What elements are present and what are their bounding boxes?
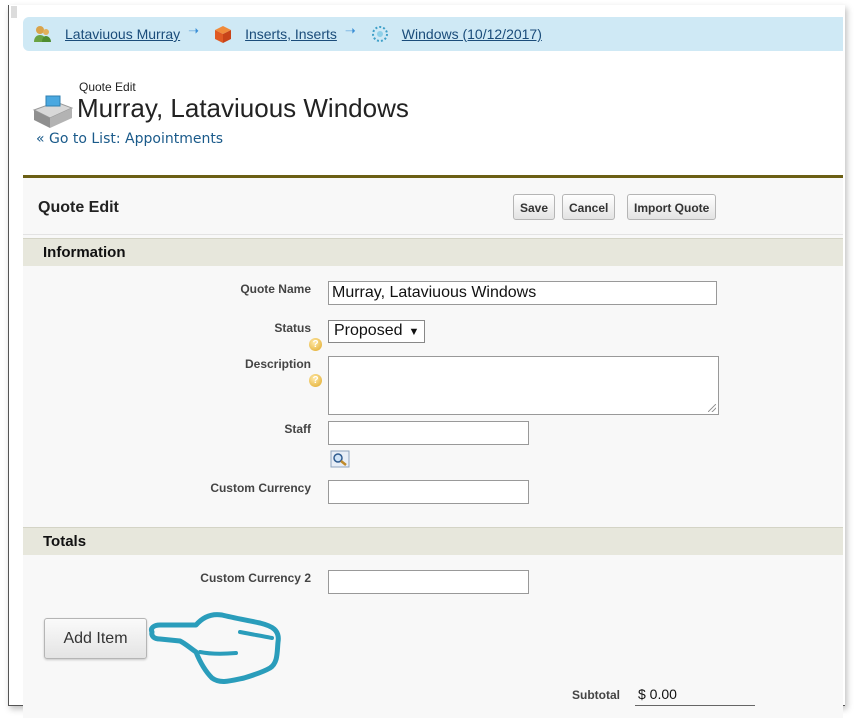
pointing-hand-icon <box>149 612 281 684</box>
breadcrumb-link-appointment[interactable]: Windows (10/12/2017) <box>402 26 542 42</box>
description-label: Description <box>244 357 311 371</box>
breadcrumb-item-job: Inserts, Inserts <box>203 24 337 44</box>
back-to-list-link: « Go to List: Appointments <box>36 131 223 147</box>
information-section-title: Information <box>43 244 126 261</box>
arrow-right-icon: ➝ <box>188 23 200 38</box>
breadcrumb-item-contact: Lataviuous Murray <box>23 24 180 44</box>
subtotal-divider <box>635 705 755 706</box>
breadcrumb: Lataviuous Murray ➝ Inserts, Inserts ➝ W… <box>23 17 843 51</box>
custom-currency-2-label: Custom Currency 2 <box>200 571 311 585</box>
add-item-button[interactable]: Add Item <box>44 618 147 659</box>
cancel-button[interactable]: Cancel <box>562 194 616 220</box>
quote-icon <box>32 95 74 128</box>
person-icon <box>34 26 51 42</box>
help-icon[interactable]: ? <box>309 338 322 351</box>
package-icon <box>215 26 232 43</box>
staff-input[interactable] <box>328 421 529 445</box>
staff-label: Staff <box>284 422 311 436</box>
window-corner <box>11 6 17 18</box>
save-button[interactable]: Save <box>513 194 556 220</box>
import-quote-button[interactable]: Import Quote <box>627 194 717 220</box>
status-select-value: Proposed <box>334 322 403 339</box>
quote-name-label: Quote Name <box>240 282 311 296</box>
dropdown-caret-icon: ▼ <box>408 326 420 338</box>
panel-title: Quote Edit <box>38 199 119 216</box>
arrow-right-icon: ➝ <box>344 23 356 38</box>
appointment-icon <box>371 26 388 42</box>
subtotal-value: $ 0.00 <box>638 686 677 702</box>
panel-header: Quote Edit Save Cancel Import Quote <box>23 178 843 235</box>
breadcrumb-link-job[interactable]: Inserts, Inserts <box>245 26 337 42</box>
status-select[interactable]: Proposed ▼ <box>328 320 426 343</box>
status-label: Status <box>274 321 311 335</box>
custom-currency-label: Custom Currency <box>210 481 311 495</box>
totals-section-header: Totals <box>23 527 843 555</box>
quote-name-input[interactable]: Murray, Lataviuous Windows <box>328 281 717 305</box>
breadcrumb-item-appointment: Windows (10/12/2017) <box>360 24 542 44</box>
help-icon[interactable]: ? <box>309 374 322 387</box>
custom-currency-input[interactable] <box>328 480 529 504</box>
subtotal-label: Subtotal <box>572 688 620 702</box>
page-subtitle: Quote Edit <box>79 80 136 94</box>
page-title: Murray, Lataviuous Windows <box>77 93 409 123</box>
breadcrumb-link-contact[interactable]: Lataviuous Murray <box>65 26 180 42</box>
back-to-list-link-text[interactable]: « Go to List: Appointments <box>36 131 223 147</box>
lookup-search-icon[interactable] <box>330 450 350 468</box>
resize-handle-icon[interactable] <box>708 404 716 412</box>
information-section-header: Information <box>23 238 843 266</box>
custom-currency-2-input[interactable] <box>328 570 529 594</box>
description-textarea[interactable] <box>328 356 719 415</box>
totals-section-title: Totals <box>43 533 87 550</box>
